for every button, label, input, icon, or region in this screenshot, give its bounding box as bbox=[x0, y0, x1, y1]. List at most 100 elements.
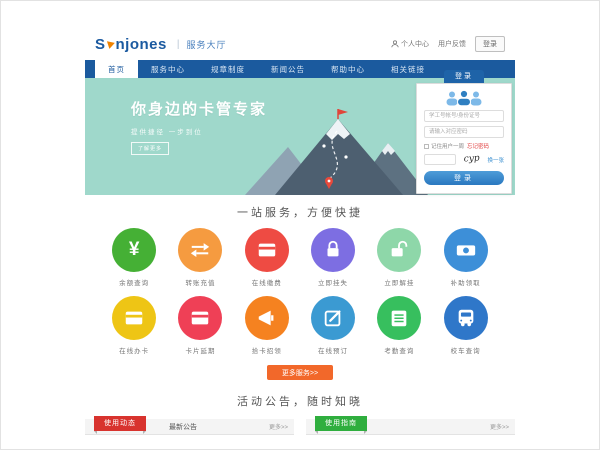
hero-title: 你身边的卡管专家 bbox=[131, 98, 267, 119]
service-circle[interactable] bbox=[311, 296, 355, 340]
banknote-icon bbox=[455, 239, 477, 261]
service-circle[interactable] bbox=[245, 296, 289, 340]
person-icon bbox=[391, 40, 399, 48]
panel-usage-news: 使用动态 最新公告 更多>> bbox=[85, 419, 294, 435]
tab-latest-announcements[interactable]: 最新公告 bbox=[169, 422, 197, 432]
captcha-image[interactable]: cyp bbox=[459, 153, 485, 166]
user-feedback-link[interactable]: 用户反馈 bbox=[438, 39, 466, 49]
bus-icon bbox=[455, 307, 477, 329]
service-circle[interactable] bbox=[178, 228, 222, 272]
ribbon-usage-news[interactable]: 使用动态 bbox=[94, 416, 146, 431]
login-panel: 登录 记住用户一周 忘记密码 cyp 换一张 bbox=[416, 65, 512, 194]
service-circle[interactable] bbox=[377, 296, 421, 340]
bank-card-icon bbox=[189, 307, 211, 329]
service-label: 在线办卡 bbox=[101, 345, 167, 355]
ribbon-user-guide[interactable]: 使用指南 bbox=[315, 416, 367, 431]
service-item-transfer: 转账充值 bbox=[167, 228, 233, 287]
top-bar: S njones | 服务大厅 个人中心 用户反馈 登录 bbox=[85, 28, 515, 60]
more-link[interactable]: 更多>> bbox=[490, 422, 509, 431]
site-name: 服务大厅 bbox=[186, 38, 226, 51]
captcha-row: cyp 换一张 bbox=[424, 154, 504, 165]
logo-text: S bbox=[95, 36, 106, 53]
service-label: 校车查询 bbox=[432, 345, 498, 355]
forgot-password-link[interactable]: 忘记密码 bbox=[467, 142, 489, 150]
password-input[interactable] bbox=[424, 126, 504, 138]
service-label: 补助领取 bbox=[432, 277, 498, 287]
remember-row: 记住用户一周 忘记密码 bbox=[424, 142, 504, 150]
nav-item-help-center[interactable]: 帮助中心 bbox=[318, 60, 378, 78]
nav-item-home[interactable]: 首页 bbox=[95, 60, 138, 78]
service-label: 在线缴费 bbox=[234, 277, 300, 287]
logo-arrow-icon bbox=[106, 39, 115, 49]
service-label: 考勤查询 bbox=[366, 345, 432, 355]
bank-card-icon bbox=[256, 239, 278, 261]
service-circle[interactable] bbox=[444, 296, 488, 340]
announcements-title: 活动公告，随时知晓 bbox=[85, 393, 515, 409]
panel-header: 使用指南 更多>> bbox=[306, 419, 515, 435]
service-label: 立即挂失 bbox=[300, 277, 366, 287]
announcements-section: 活动公告，随时知晓 使用动态 最新公告 更多>> 使用指南 更多>> bbox=[85, 393, 515, 435]
service-item-attendance: 考勤查询 bbox=[366, 296, 432, 355]
service-item-school-bus: 校车查询 bbox=[432, 296, 498, 355]
header-links: 个人中心 用户反馈 登录 bbox=[391, 36, 505, 52]
logo-text: njones bbox=[116, 36, 167, 53]
lock-closed-icon bbox=[322, 239, 344, 261]
edit-icon bbox=[322, 307, 344, 329]
logo-divider: | bbox=[177, 39, 180, 50]
panel-header: 使用动态 最新公告 更多>> bbox=[85, 419, 294, 435]
hero-banner: 你身边的卡管专家 提供捷径 一步到位 了解更多 登录 bbox=[85, 78, 515, 195]
page: S njones | 服务大厅 个人中心 用户反馈 登录 首页 服务中心 规章制… bbox=[85, 28, 515, 435]
header-login-button[interactable]: 登录 bbox=[475, 36, 505, 52]
service-item-online-pay: 在线缴费 bbox=[234, 228, 300, 287]
service-circle[interactable] bbox=[444, 228, 488, 272]
service-label: 立即解挂 bbox=[366, 277, 432, 287]
announcement-panels: 使用动态 最新公告 更多>> 使用指南 更多>> bbox=[85, 419, 515, 435]
login-form: 记住用户一周 忘记密码 cyp 换一张 登录 bbox=[416, 83, 512, 194]
hero-subtitle: 提供捷径 一步到位 bbox=[131, 126, 267, 136]
services-title: 一站服务，方便快捷 bbox=[85, 204, 515, 220]
list-icon bbox=[388, 307, 410, 329]
login-tab[interactable]: 登录 bbox=[444, 70, 484, 83]
service-item-apply-card: 在线办卡 bbox=[101, 296, 167, 355]
more-services-button[interactable]: 更多服务>> bbox=[267, 365, 333, 380]
yen-icon: ¥ bbox=[129, 239, 140, 261]
remember-label: 记住用户一周 bbox=[431, 142, 464, 150]
page-background: { "header": { "logo": { "part1": "S", "p… bbox=[0, 0, 600, 450]
logo[interactable]: S njones | 服务大厅 bbox=[95, 36, 226, 53]
login-submit-button[interactable]: 登录 bbox=[424, 171, 504, 185]
service-item-report-loss: 立即挂失 bbox=[300, 228, 366, 287]
captcha-refresh-link[interactable]: 换一张 bbox=[487, 156, 504, 164]
bank-card-icon bbox=[123, 307, 145, 329]
service-circle[interactable]: ¥ bbox=[112, 228, 156, 272]
megaphone-icon bbox=[256, 307, 278, 329]
service-circle[interactable] bbox=[112, 296, 156, 340]
service-circle[interactable] bbox=[377, 228, 421, 272]
service-item-subsidy: 补助领取 bbox=[432, 228, 498, 287]
nav-item-service-center[interactable]: 服务中心 bbox=[138, 60, 198, 78]
more-link[interactable]: 更多>> bbox=[269, 422, 288, 431]
service-circle[interactable] bbox=[178, 296, 222, 340]
service-item-online-booking: 在线预订 bbox=[300, 296, 366, 355]
service-label: 拾卡招领 bbox=[234, 345, 300, 355]
nav-item-news[interactable]: 新闻公告 bbox=[258, 60, 318, 78]
service-circle[interactable] bbox=[311, 228, 355, 272]
service-circle[interactable] bbox=[245, 228, 289, 272]
hero-cta-button[interactable]: 了解更多 bbox=[131, 142, 169, 155]
remember-checkbox[interactable] bbox=[424, 144, 429, 149]
service-item-unfreeze: 立即解挂 bbox=[366, 228, 432, 287]
service-label: 卡片延期 bbox=[167, 345, 233, 355]
service-item-balance: ¥ 余额查询 bbox=[101, 228, 167, 287]
panel-user-guide: 使用指南 更多>> bbox=[306, 419, 515, 435]
service-label: 在线预订 bbox=[300, 345, 366, 355]
service-label: 余额查询 bbox=[101, 277, 167, 287]
lock-open-icon bbox=[388, 239, 410, 261]
personal-center-label: 个人中心 bbox=[401, 39, 429, 49]
service-label: 转账充值 bbox=[167, 277, 233, 287]
username-input[interactable] bbox=[424, 110, 504, 122]
captcha-input[interactable] bbox=[424, 154, 456, 165]
hero-text: 你身边的卡管专家 提供捷径 一步到位 了解更多 bbox=[131, 98, 267, 155]
service-item-lost-found: 拾卡招领 bbox=[234, 296, 300, 355]
personal-center-link[interactable]: 个人中心 bbox=[391, 39, 429, 49]
user-feedback-label: 用户反馈 bbox=[438, 39, 466, 49]
nav-item-rules[interactable]: 规章制度 bbox=[198, 60, 258, 78]
